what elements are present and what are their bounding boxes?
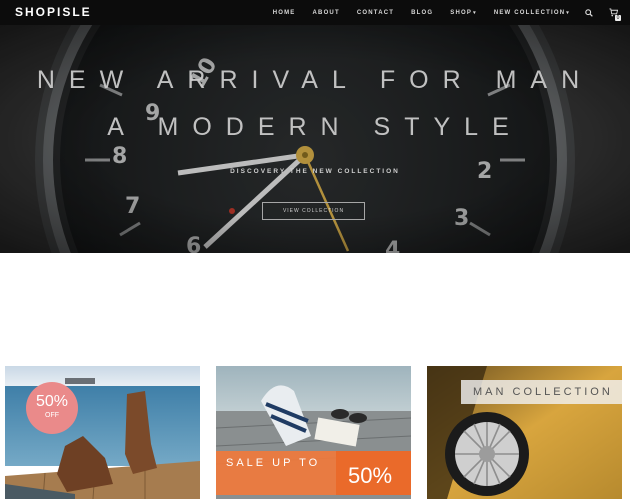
cart-count-badge: 0 <box>615 14 621 21</box>
hero-subtitle: DISCOVERY THE NEW COLLECTION <box>230 168 400 175</box>
main-nav: HOME ABOUT CONTACT BLOG SHOP ▾ NEW COLLE… <box>256 0 621 25</box>
discount-percent: 50% <box>35 393 69 410</box>
nav-new-collection[interactable]: NEW COLLECTION ▾ <box>494 10 570 16</box>
hero-title-line2: A MODERN STYLE <box>107 113 523 141</box>
discount-badge: 50% OFF <box>26 382 78 434</box>
hero-title-line1: NEW ARRIVAL FOR MAN <box>36 66 594 94</box>
brand-logo[interactable]: SHOPISLE <box>15 5 92 19</box>
discount-off-label: OFF <box>45 412 59 419</box>
banner-boots-image <box>5 366 200 499</box>
cart-icon[interactable]: 0 <box>608 8 621 21</box>
chevron-down-icon: ▾ <box>473 9 477 16</box>
sale-up-to-label: SALE UP TO <box>226 457 321 469</box>
chevron-down-icon: ▾ <box>566 9 570 16</box>
nav-new-collection-label: NEW COLLECTION <box>493 9 566 16</box>
banner-man-collection[interactable]: MAN COLLECTION <box>427 366 622 499</box>
nav-shop-label: SHOP <box>450 9 473 16</box>
nav-blog[interactable]: BLOG <box>411 10 433 16</box>
banner-sale-50-off[interactable]: 50% OFF <box>5 366 200 499</box>
navbar: SHOPISLE HOME ABOUT CONTACT BLOG SHOP ▾ … <box>0 0 630 25</box>
search-icon[interactable] <box>584 8 594 18</box>
nav-shop[interactable]: SHOP ▾ <box>450 10 477 16</box>
nav-home[interactable]: HOME <box>273 10 296 16</box>
banner-sale-up-to-50[interactable]: SALE UP TO 50% <box>216 366 411 499</box>
nav-about[interactable]: ABOUT <box>313 10 340 16</box>
view-collection-button[interactable]: VIEW COLLECTION <box>262 202 365 220</box>
nav-contact[interactable]: CONTACT <box>357 10 394 16</box>
sale-percent: 50% <box>348 463 393 488</box>
man-collection-label: MAN COLLECTION <box>461 380 622 404</box>
hero-slider: 10 8 9 7 6 2 3 4 NEW ARRIVAL FOR MAN A M… <box>0 25 630 253</box>
